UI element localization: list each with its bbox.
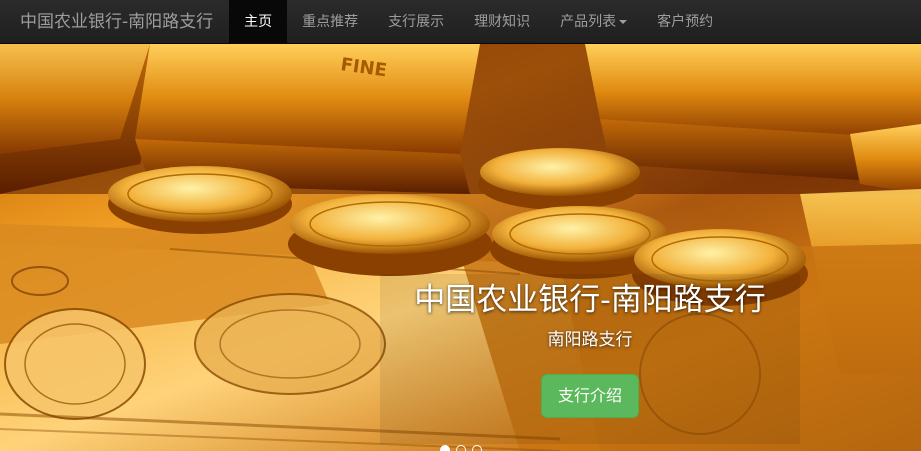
nav-item-featured[interactable]: 重点推荐	[287, 0, 373, 43]
carousel-caption: 中国农业银行-南阳路支行 南阳路支行 支行介绍	[380, 280, 800, 418]
carousel-indicator-3[interactable]	[471, 445, 482, 451]
carousel-indicator-1[interactable]	[439, 445, 450, 451]
nav-item-finance-knowledge[interactable]: 理财知识	[459, 0, 545, 43]
navbar-brand[interactable]: 中国农业银行-南阳路支行	[0, 0, 229, 43]
nav-item-products-label: 产品列表	[560, 14, 617, 30]
carousel-indicator-2[interactable]	[455, 445, 466, 451]
branch-intro-button[interactable]: 支行介绍	[540, 374, 639, 418]
carousel-subheading: 南阳路支行	[547, 330, 633, 350]
nav-menu: 主页 重点推荐 支行展示 理财知识 产品列表 客户预约	[229, 0, 728, 43]
nav-item-appointment[interactable]: 客户预约	[642, 0, 728, 43]
nav-item-branch-showcase[interactable]: 支行展示	[373, 0, 459, 43]
nav-item-products-dropdown[interactable]: 产品列表	[545, 0, 642, 43]
caret-down-icon	[619, 20, 628, 24]
nav-item-home[interactable]: 主页	[229, 0, 288, 43]
carousel-indicators	[0, 445, 921, 451]
hero-carousel: FINE 中国农业银行-南阳路支行 南阳路支行 支行介绍	[0, 44, 921, 451]
carousel-heading: 中国农业银行-南阳路支行	[414, 282, 766, 318]
top-navbar: 中国农业银行-南阳路支行 主页 重点推荐 支行展示 理财知识 产品列表 客户预约	[0, 0, 921, 44]
